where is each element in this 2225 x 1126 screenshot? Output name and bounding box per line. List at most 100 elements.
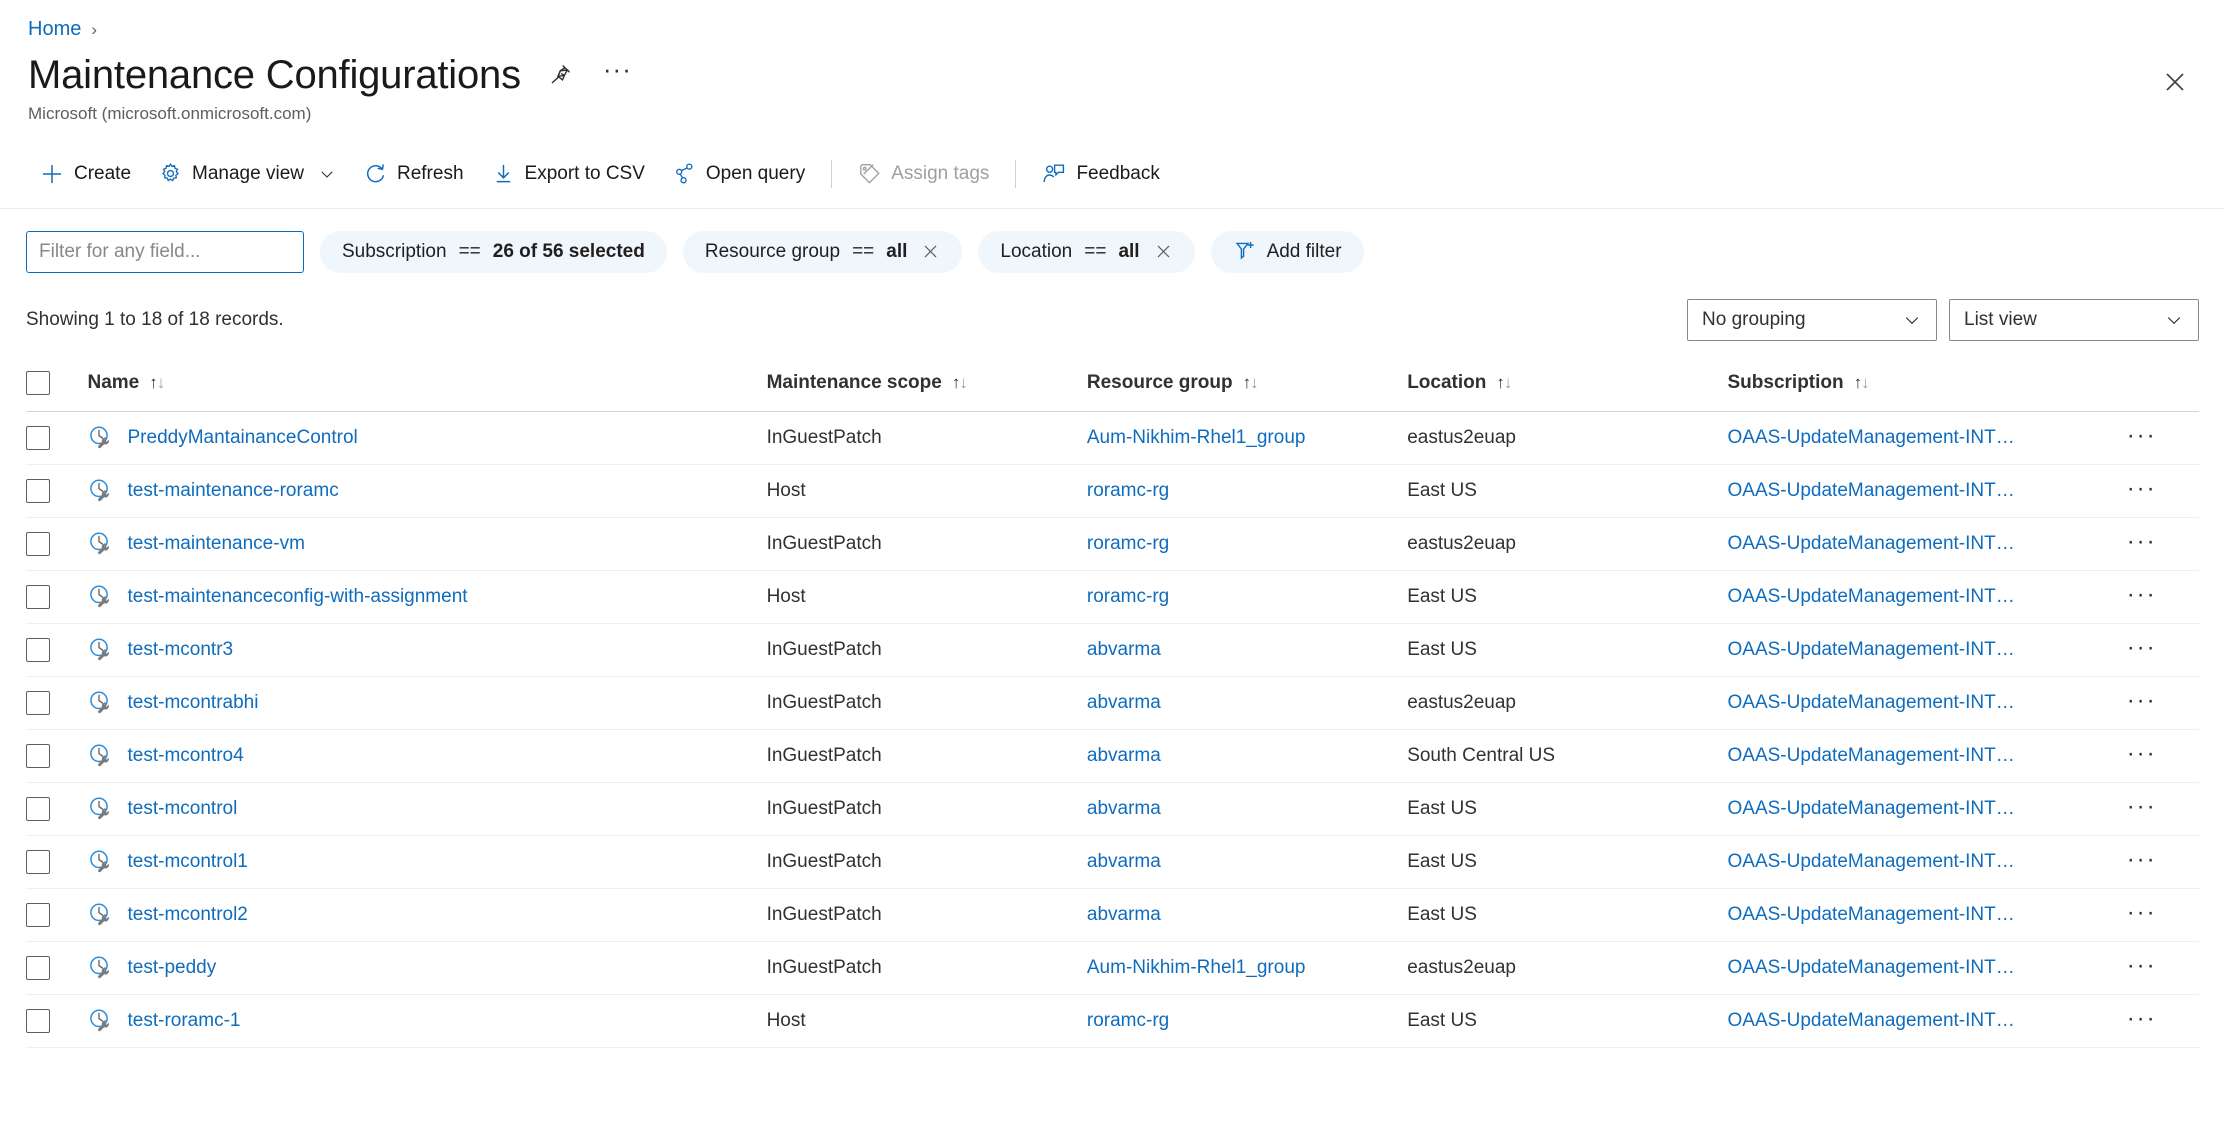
column-header-name[interactable]: Name ↑↓ <box>87 362 767 412</box>
sort-icon-name[interactable]: ↑↓ <box>149 374 165 391</box>
resource-name-link[interactable]: test-mcontrol <box>128 798 238 820</box>
subscription-link[interactable]: OAAS-UpdateManagement-INT… <box>1728 639 2024 661</box>
subscription-link[interactable]: OAAS-UpdateManagement-INT… <box>1728 904 2024 926</box>
resource-group-link[interactable]: roramc-rg <box>1087 533 1169 554</box>
resource-name-link[interactable]: test-roramc-1 <box>128 1010 241 1032</box>
sort-icon-subscription[interactable]: ↑↓ <box>1854 374 1870 391</box>
resource-name-link[interactable]: test-maintenance-vm <box>128 533 305 555</box>
row-context-menu-button[interactable]: ··· <box>2125 953 2159 978</box>
subscription-link[interactable]: OAAS-UpdateManagement-INT… <box>1728 798 2024 820</box>
row-checkbox[interactable] <box>26 849 50 874</box>
manage-view-button[interactable]: Manage view <box>145 156 350 191</box>
subscription-link[interactable]: OAAS-UpdateManagement-INT… <box>1728 957 2024 979</box>
resource-name-link[interactable]: test-maintenance-roramc <box>128 480 339 502</box>
resource-group-link[interactable]: abvarma <box>1087 851 1161 872</box>
resource-name-link[interactable]: test-peddy <box>128 957 217 979</box>
select-all-checkbox[interactable] <box>26 370 50 395</box>
table-row[interactable]: test-peddy InGuestPatch Aum-Nikhim-Rhel1… <box>26 941 2199 995</box>
filter-pill-subscription[interactable]: Subscription == 26 of 56 selected <box>320 230 667 273</box>
pin-button[interactable] <box>543 58 577 92</box>
row-context-menu-button[interactable]: ··· <box>2125 582 2159 607</box>
subscription-link[interactable]: OAAS-UpdateManagement-INT… <box>1728 427 2024 449</box>
close-blade-button[interactable] <box>2155 62 2195 102</box>
column-header-maintenance-scope[interactable]: Maintenance scope ↑↓ <box>766 362 1087 412</box>
table-row[interactable]: PreddyMantainanceControl InGuestPatch Au… <box>26 411 2199 465</box>
row-checkbox[interactable] <box>26 637 50 662</box>
resource-group-link[interactable]: abvarma <box>1087 798 1161 819</box>
resource-group-link[interactable]: abvarma <box>1087 692 1161 713</box>
subscription-link[interactable]: OAAS-UpdateManagement-INT… <box>1728 692 2024 714</box>
subscription-link[interactable]: OAAS-UpdateManagement-INT… <box>1728 533 2024 555</box>
assign-tags-button[interactable]: Assign tags <box>844 156 1003 191</box>
subscription-link[interactable]: OAAS-UpdateManagement-INT… <box>1728 851 2024 873</box>
resource-group-link[interactable]: abvarma <box>1087 904 1161 925</box>
row-checkbox[interactable] <box>26 1008 50 1033</box>
table-row[interactable]: test-maintenance-vm InGuestPatch roramc-… <box>26 517 2199 571</box>
subscription-link[interactable]: OAAS-UpdateManagement-INT… <box>1728 745 2024 767</box>
remove-filter-resource-group-icon[interactable] <box>921 242 940 261</box>
resource-name-link[interactable]: test-maintenanceconfig-with-assignment <box>128 586 468 608</box>
export-csv-button[interactable]: Export to CSV <box>478 156 659 191</box>
sort-icon-maintenance-scope[interactable]: ↑↓ <box>952 374 968 391</box>
resource-group-link[interactable]: roramc-rg <box>1087 1010 1169 1031</box>
row-context-menu-button[interactable]: ··· <box>2125 423 2159 448</box>
subscription-link[interactable]: OAAS-UpdateManagement-INT… <box>1728 480 2024 502</box>
table-row[interactable]: test-maintenanceconfig-with-assignment H… <box>26 570 2199 624</box>
resource-name-link[interactable]: test-mcontro4 <box>128 745 244 767</box>
column-header-subscription[interactable]: Subscription ↑↓ <box>1727 362 2125 412</box>
row-context-menu-button[interactable]: ··· <box>2125 741 2159 766</box>
feedback-button[interactable]: Feedback <box>1028 156 1173 192</box>
resource-group-link[interactable]: roramc-rg <box>1087 480 1169 501</box>
resource-group-link[interactable]: abvarma <box>1087 745 1161 766</box>
add-filter-button[interactable]: Add filter <box>1210 230 1364 273</box>
row-checkbox[interactable] <box>26 425 50 450</box>
subscription-link[interactable]: OAAS-UpdateManagement-INT… <box>1728 586 2024 608</box>
row-context-menu-button[interactable]: ··· <box>2125 529 2159 554</box>
table-row[interactable]: test-mcontrol InGuestPatch abvarma East … <box>26 782 2199 836</box>
row-checkbox[interactable] <box>26 743 50 768</box>
row-checkbox[interactable] <box>26 955 50 980</box>
remove-filter-location-icon[interactable] <box>1154 242 1173 261</box>
sort-icon-resource-group[interactable]: ↑↓ <box>1243 374 1259 391</box>
column-header-location[interactable]: Location ↑↓ <box>1407 362 1728 412</box>
table-row[interactable]: test-maintenance-roramc Host roramc-rg E… <box>26 464 2199 518</box>
resource-name-link[interactable]: test-mcontrol2 <box>128 904 248 926</box>
subscription-link[interactable]: OAAS-UpdateManagement-INT… <box>1728 1010 2024 1032</box>
table-row[interactable]: test-mcontrol1 InGuestPatch abvarma East… <box>26 835 2199 889</box>
row-context-menu-button[interactable]: ··· <box>2125 794 2159 819</box>
row-checkbox[interactable] <box>26 796 50 821</box>
sort-icon-location[interactable]: ↑↓ <box>1496 374 1512 391</box>
grouping-select[interactable]: No grouping <box>1687 298 1937 341</box>
row-checkbox[interactable] <box>26 902 50 927</box>
filter-pill-location[interactable]: Location == all <box>978 230 1195 273</box>
resource-name-link[interactable]: PreddyMantainanceControl <box>128 427 358 449</box>
refresh-button[interactable]: Refresh <box>350 156 478 191</box>
row-context-menu-button[interactable]: ··· <box>2125 1006 2159 1031</box>
view-select[interactable]: List view <box>1949 298 2199 341</box>
row-context-menu-button[interactable]: ··· <box>2125 900 2159 925</box>
search-input[interactable] <box>26 230 304 273</box>
row-checkbox[interactable] <box>26 584 50 609</box>
page-more-menu-button[interactable]: ··· <box>599 56 636 85</box>
resource-name-link[interactable]: test-mcontrabhi <box>128 692 259 714</box>
table-row[interactable]: test-mcontro4 InGuestPatch abvarma South… <box>26 729 2199 783</box>
row-context-menu-button[interactable]: ··· <box>2125 635 2159 660</box>
filter-pill-resource-group[interactable]: Resource group == all <box>682 230 963 273</box>
row-context-menu-button[interactable]: ··· <box>2125 847 2159 872</box>
resource-group-link[interactable]: abvarma <box>1087 639 1161 660</box>
row-context-menu-button[interactable]: ··· <box>2125 688 2159 713</box>
table-row[interactable]: test-mcontr3 InGuestPatch abvarma East U… <box>26 623 2199 677</box>
breadcrumb-home-link[interactable]: Home <box>28 18 81 41</box>
column-header-resource-group[interactable]: Resource group ↑↓ <box>1086 362 1408 412</box>
resource-group-link[interactable]: roramc-rg <box>1087 586 1169 607</box>
row-context-menu-button[interactable]: ··· <box>2125 476 2159 501</box>
create-button[interactable]: Create <box>26 156 145 192</box>
row-checkbox[interactable] <box>26 531 50 556</box>
resource-name-link[interactable]: test-mcontrol1 <box>128 851 248 873</box>
resource-group-link[interactable]: Aum-Nikhim-Rhel1_group <box>1087 957 1306 978</box>
table-row[interactable]: test-mcontrabhi InGuestPatch abvarma eas… <box>26 676 2199 730</box>
row-checkbox[interactable] <box>26 478 50 503</box>
table-row[interactable]: test-roramc-1 Host roramc-rg East US OAA… <box>26 994 2199 1048</box>
row-checkbox[interactable] <box>26 690 50 715</box>
table-row[interactable]: test-mcontrol2 InGuestPatch abvarma East… <box>26 888 2199 942</box>
